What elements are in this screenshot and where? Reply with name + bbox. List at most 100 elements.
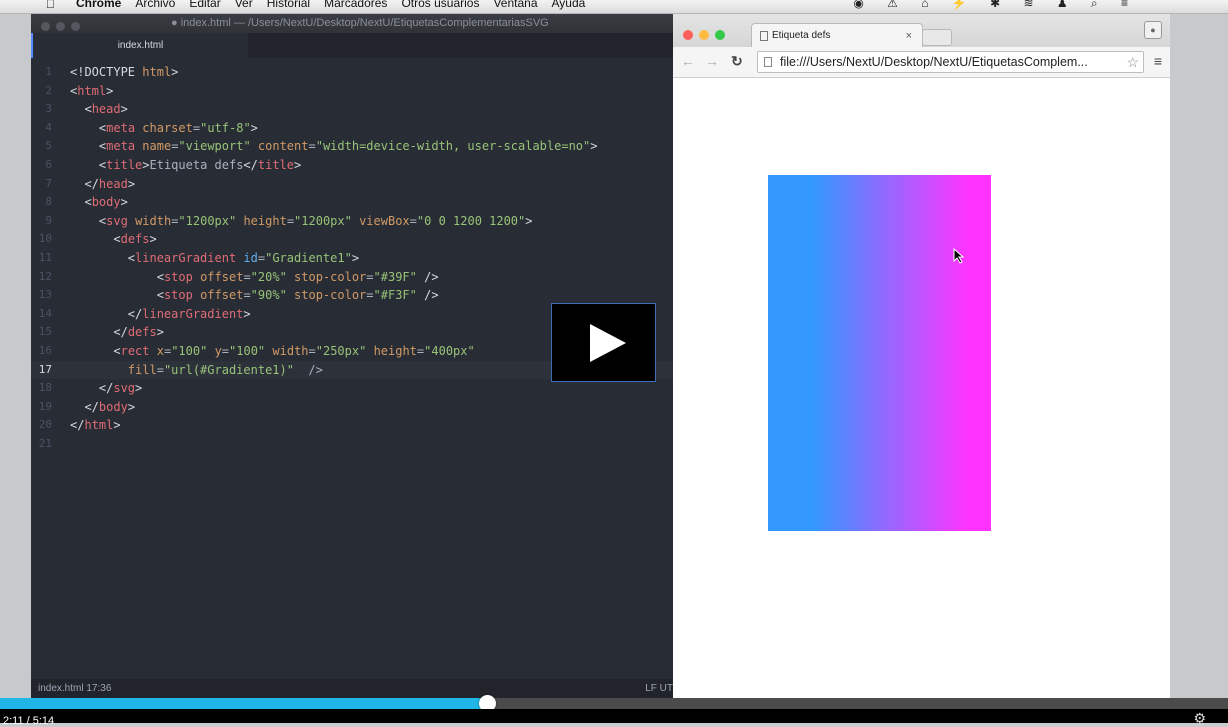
code-line[interactable]: 11 <linearGradient id="Gradiente1"> (31, 249, 673, 268)
tab-index-html[interactable]: index.html (31, 33, 248, 58)
code-line[interactable]: 20 </html> (31, 416, 673, 435)
status-encoding[interactable]: LF UT (645, 679, 673, 698)
apple-menu-icon[interactable]:  (46, 0, 55, 10)
code-line-text: <rect x="100" y="100" width="250px" heig… (113, 343, 475, 358)
line-number: 16 (38, 343, 52, 357)
menubar-tray-icons: ◉ ⚠ ⌂ ⚡ ✱ ≋ ♟ ⌕ ≡ (853, 0, 1138, 10)
code-line-text: <stop offset="20%" stop-color="#39F" /> (156, 269, 439, 284)
menu-item-ayuda[interactable]: Ayuda (552, 0, 586, 10)
code-line[interactable]: 8 <body> (31, 193, 673, 212)
code-line[interactable]: 5 <meta name="viewport" content="width=d… (31, 137, 673, 156)
browser-window-controls[interactable] (683, 27, 731, 45)
line-number: 14 (38, 306, 52, 320)
close-tab-icon[interactable]: × (906, 24, 912, 48)
code-line-text: </defs> (113, 325, 164, 340)
editor-tab-bar: index.html (31, 33, 673, 58)
line-number: 11 (38, 250, 52, 264)
code-line[interactable]: 2 <html> (31, 82, 673, 101)
browser-tab-strip: Etiqueta defs × ● (673, 14, 1170, 48)
line-number: 19 (38, 399, 52, 413)
code-line[interactable]: 21 (31, 435, 673, 454)
page-icon (760, 31, 768, 41)
browser-toolbar: ← → ↻ file:///Users/NextU/Desktop/NextU/… (673, 47, 1170, 78)
browser-tab-etiqueta-defs[interactable]: Etiqueta defs × (751, 23, 923, 48)
menu-item-ver[interactable]: Ver (235, 0, 253, 10)
forward-arrow-icon[interactable]: → (705, 53, 719, 69)
code-line[interactable]: 12 <stop offset="20%" stop-color="#39F" … (31, 268, 673, 287)
code-line-text: <meta name="viewport" content="width=dev… (98, 139, 598, 154)
code-line-text: </svg> (98, 381, 143, 396)
video-frame-right-margin (1170, 14, 1228, 698)
menu-item-archivo[interactable]: Archivo (135, 0, 175, 10)
bookmark-star-icon[interactable]: ☆ (1126, 52, 1139, 72)
video-play-button[interactable] (551, 303, 656, 382)
line-number: 17 (38, 362, 52, 376)
code-line[interactable]: 4 <meta charset="utf-8"> (31, 119, 673, 138)
reload-icon[interactable]: ↻ (731, 53, 743, 70)
code-line-text: <stop offset="90%" stop-color="#F3F" /> (156, 288, 439, 303)
code-line[interactable]: 9 <svg width="1200px" height="1200px" vi… (31, 212, 673, 231)
new-tab-button[interactable] (922, 29, 952, 46)
menu-item-editar[interactable]: Editar (189, 0, 220, 10)
browser-tab-title: Etiqueta defs (772, 30, 831, 41)
page-info-icon[interactable] (764, 57, 772, 67)
code-line[interactable]: 6 <title>Etiqueta defs</title> (31, 156, 673, 175)
status-file-position: index.html 17:36 (38, 683, 112, 694)
address-bar-url: file:///Users/NextU/Desktop/NextU/Etique… (780, 55, 1088, 69)
chrome-menu-icon[interactable]: ≡ (1154, 53, 1162, 69)
settings-gear-icon[interactable]: ⚙ (1193, 711, 1206, 725)
code-line-text: <head> (84, 102, 128, 117)
code-line-text: fill="url(#Gradiente1)" /> (127, 362, 323, 377)
code-line[interactable]: 3 <head> (31, 100, 673, 119)
line-number: 21 (38, 436, 52, 450)
code-line-text: <!DOCTYPE html> (70, 65, 179, 79)
gradient-rectangle (768, 175, 991, 531)
menubar-menus: Chrome Archivo Editar Ver Historial Marcadore… (76, 0, 599, 10)
code-line-text: <svg width="1200px" height="1200px" view… (98, 213, 533, 228)
code-line-text: <defs> (113, 232, 157, 247)
code-line-text: <title>Etiqueta defs</title> (98, 157, 302, 172)
code-line[interactable]: 1 <!DOCTYPE html> (31, 63, 673, 82)
line-number: 10 (38, 232, 52, 246)
address-bar[interactable]: file:///Users/NextU/Desktop/NextU/Etique… (757, 51, 1144, 73)
menu-item-otros-usuarios[interactable]: Otros usuarios (401, 0, 479, 10)
minimize-window-icon[interactable] (699, 30, 709, 40)
play-icon (590, 324, 626, 362)
line-number: 15 (38, 325, 52, 339)
code-area[interactable]: 1 <!DOCTYPE html> 2 <html> 3 <head> 4 <meta c… (31, 63, 673, 453)
chrome-browser-window: Etiqueta defs × ● ← → ↻ file:///Users/Ne… (673, 14, 1170, 698)
menu-item-historial[interactable]: Historial (267, 0, 310, 10)
code-line[interactable]: 7 </head> (31, 175, 673, 194)
editor-window-title: ● index.html — /Users/NextU/Desktop/Next… (171, 17, 549, 29)
menu-item-marcadores[interactable]: Marcadores (324, 0, 387, 10)
video-frame-left-margin (0, 14, 31, 698)
code-line[interactable]: 19 </body> (31, 398, 673, 417)
video-progress-bar[interactable] (0, 695, 1228, 712)
line-number: 5 (45, 139, 52, 153)
line-number: 1 (45, 65, 52, 78)
profile-icon[interactable]: ● (1144, 21, 1162, 39)
line-number: 7 (45, 176, 52, 190)
back-arrow-icon[interactable]: ← (681, 53, 695, 69)
code-line[interactable]: 10 <defs> (31, 230, 673, 249)
macos-menubar:  Chrome Archivo Editar Ver Historial Marcado… (0, 0, 1228, 14)
video-time: 2:11 / 5:14 (3, 715, 55, 727)
line-number: 3 (45, 102, 52, 116)
code-line-text: </linearGradient> (127, 306, 251, 321)
line-number: 2 (45, 83, 52, 97)
maximize-window-icon[interactable] (715, 30, 725, 40)
code-line-text: <html> (70, 83, 114, 98)
code-line-text: </body> (84, 399, 136, 414)
video-control-bar: 2:11 / 5:14 ⚙ (0, 709, 1228, 727)
menu-item-ventana[interactable]: Ventana (493, 0, 537, 10)
line-number: 18 (38, 381, 52, 395)
code-line[interactable]: 13 <stop offset="90%" stop-color="#F3F" … (31, 286, 673, 305)
menu-item-chrome[interactable]: Chrome (76, 0, 121, 10)
line-number: 13 (38, 288, 52, 302)
close-window-icon[interactable] (683, 30, 693, 40)
code-line-text: <body> (84, 195, 128, 210)
code-line-text: </html> (70, 418, 121, 433)
line-number: 8 (45, 195, 52, 209)
line-number: 20 (38, 418, 52, 432)
line-number: 4 (45, 120, 52, 134)
